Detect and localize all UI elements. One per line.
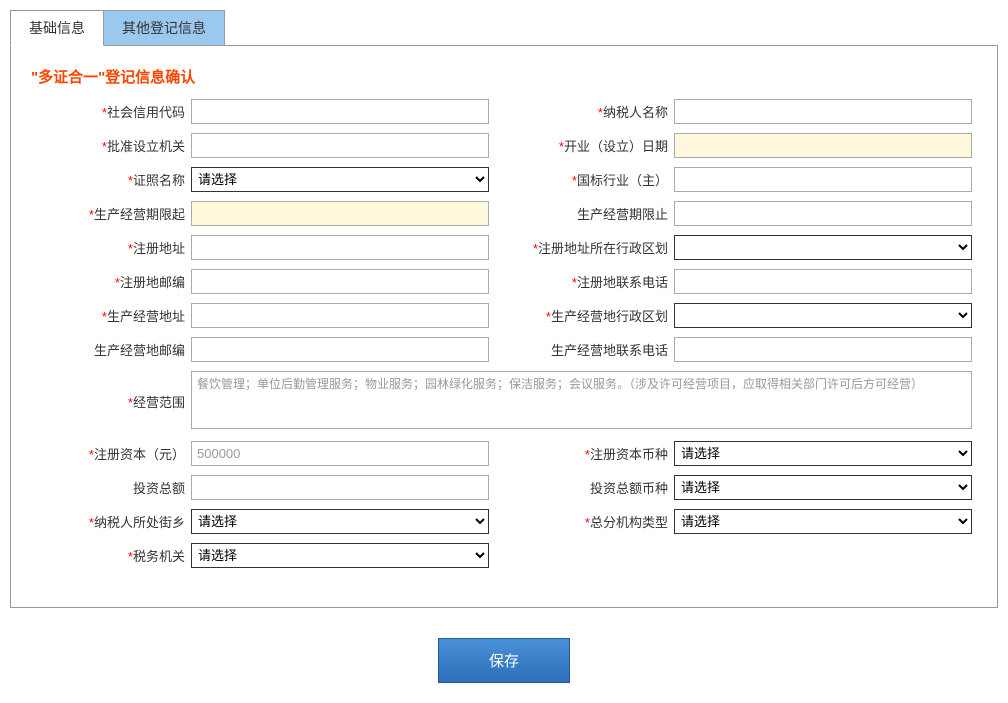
label-total-investment: 投资总额	[36, 478, 191, 497]
label-open-date: *开业（设立）日期	[519, 136, 674, 155]
select-org-type[interactable]: 请选择	[674, 509, 972, 534]
label-org-type: *总分机构类型	[519, 512, 674, 531]
input-biz-address[interactable]	[191, 303, 489, 328]
select-tax-authority[interactable]: 请选择	[191, 543, 489, 568]
label-license-name: *证照名称	[36, 170, 191, 189]
input-biz-phone[interactable]	[674, 337, 972, 362]
label-biz-admin-division: *生产经营地行政区划	[519, 306, 674, 325]
select-reg-capital-currency[interactable]: 请选择	[674, 441, 972, 466]
input-reg-capital[interactable]	[191, 441, 489, 466]
input-reg-phone[interactable]	[674, 269, 972, 294]
input-approval-authority[interactable]	[191, 133, 489, 158]
label-operation-end: 生产经营期限止	[519, 204, 674, 223]
label-investment-currency: 投资总额币种	[519, 478, 674, 497]
input-total-investment[interactable]	[191, 475, 489, 500]
form-container: "多证合一"登记信息确认 *社会信用代码 *纳税人名称 *批准设立机关 *开业（…	[10, 45, 998, 608]
input-operation-start[interactable]	[191, 201, 489, 226]
textarea-business-scope[interactable]: 餐饮管理；单位后勤管理服务；物业服务；园林绿化服务；保洁服务；会议服务。（涉及许…	[191, 371, 972, 429]
label-reg-capital: *注册资本（元）	[36, 444, 191, 463]
tab-basic-info[interactable]: 基础信息	[10, 10, 104, 46]
label-biz-postcode: 生产经营地邮编	[36, 340, 191, 359]
label-reg-capital-currency: *注册资本币种	[519, 444, 674, 463]
label-reg-phone: *注册地联系电话	[519, 272, 674, 291]
form-grid: *社会信用代码 *纳税人名称 *批准设立机关 *开业（设立）日期 *证照名称 请…	[36, 99, 972, 577]
label-biz-address: *生产经营地址	[36, 306, 191, 325]
form-title: "多证合一"登记信息确认	[31, 66, 972, 87]
input-national-industry[interactable]	[674, 167, 972, 192]
label-tax-authority: *税务机关	[36, 546, 191, 565]
label-reg-postcode: *注册地邮编	[36, 272, 191, 291]
input-biz-postcode[interactable]	[191, 337, 489, 362]
input-reg-address[interactable]	[191, 235, 489, 260]
label-approval-authority: *批准设立机关	[36, 136, 191, 155]
select-investment-currency[interactable]: 请选择	[674, 475, 972, 500]
label-operation-start: *生产经营期限起	[36, 204, 191, 223]
label-reg-address: *注册地址	[36, 238, 191, 257]
select-reg-admin-division[interactable]	[674, 235, 972, 260]
select-license-name[interactable]: 请选择	[191, 167, 489, 192]
label-taxpayer-street: *纳税人所处街乡	[36, 512, 191, 531]
tab-other-registration[interactable]: 其他登记信息	[104, 10, 225, 46]
input-social-credit-code[interactable]	[191, 99, 489, 124]
label-taxpayer-name: *纳税人名称	[519, 102, 674, 121]
button-area: 保存	[10, 638, 998, 683]
label-social-credit-code: *社会信用代码	[36, 102, 191, 121]
input-reg-postcode[interactable]	[191, 269, 489, 294]
select-taxpayer-street[interactable]: 请选择	[191, 509, 489, 534]
save-button[interactable]: 保存	[438, 638, 570, 683]
label-biz-phone: 生产经营地联系电话	[519, 340, 674, 359]
input-taxpayer-name[interactable]	[674, 99, 972, 124]
select-biz-admin-division[interactable]	[674, 303, 972, 328]
label-national-industry: *国标行业（主）	[519, 170, 674, 189]
input-open-date[interactable]	[674, 133, 972, 158]
label-business-scope: *经营范围	[36, 392, 191, 411]
label-reg-admin-division: *注册地址所在行政区划	[519, 238, 674, 257]
tabs: 基础信息 其他登记信息	[10, 10, 998, 46]
input-operation-end[interactable]	[674, 201, 972, 226]
